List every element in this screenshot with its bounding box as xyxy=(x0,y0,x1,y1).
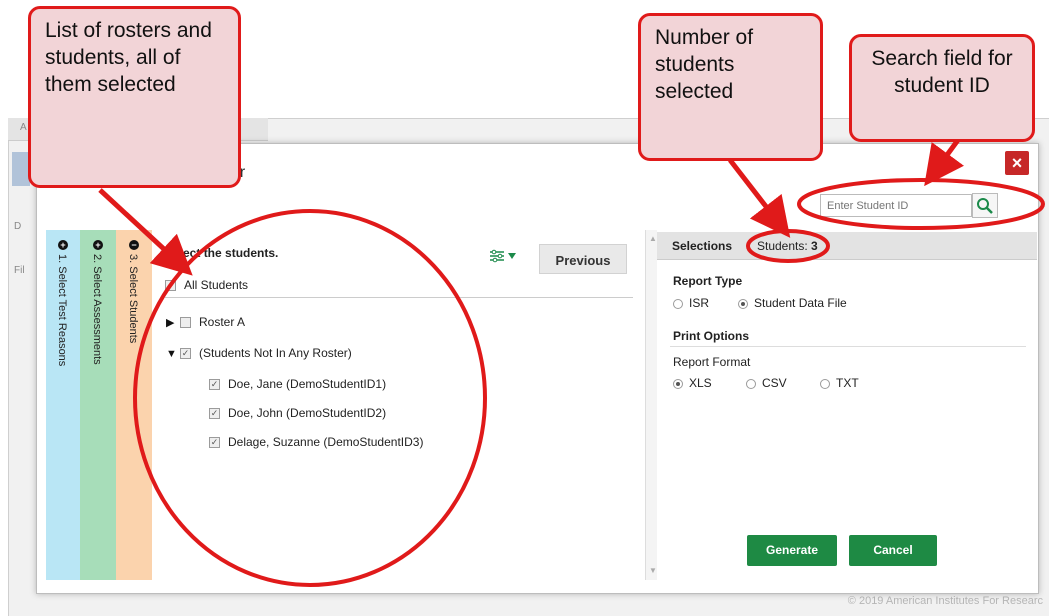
radio-selected[interactable] xyxy=(673,378,683,389)
filter-sliders-icon xyxy=(490,249,516,263)
all-students-label: All Students xyxy=(184,278,249,292)
option-label: Student Data File xyxy=(754,296,847,310)
student-label: Doe, John (DemoStudentID2) xyxy=(228,406,387,420)
students-count-label: Students: xyxy=(757,239,812,253)
radio-selected[interactable] xyxy=(738,298,748,309)
student-row[interactable]: ✓ Doe, John (DemoStudentID2) xyxy=(209,406,386,420)
scroll-up-arrow-icon[interactable]: ▲ xyxy=(649,234,657,243)
plus-circle-icon: + xyxy=(93,240,103,250)
expand-arrow-icon[interactable]: ▶ xyxy=(166,316,180,329)
select-students-heading: Select the students. xyxy=(165,246,279,260)
divider xyxy=(165,297,633,298)
option-label: CSV xyxy=(762,376,787,390)
checkbox-checked[interactable]: ✓ xyxy=(180,348,191,360)
report-type-student-data-file[interactable]: Student Data File xyxy=(738,296,847,310)
scroll-down-arrow-icon[interactable]: ▼ xyxy=(649,566,657,575)
collapse-arrow-icon[interactable]: ▼ xyxy=(166,348,180,360)
plus-circle-icon: + xyxy=(58,240,68,250)
roster-row[interactable]: ▼ ✓ (Students Not In Any Roster) xyxy=(166,346,352,360)
student-row[interactable]: ✓ Delage, Suzanne (DemoStudentID3) xyxy=(209,435,423,449)
minus-circle-icon: − xyxy=(129,240,139,250)
report-type-label: Report Type xyxy=(673,274,743,288)
partial-checkbox-icon[interactable]: − xyxy=(165,280,176,292)
format-xls[interactable]: XLS xyxy=(673,376,712,390)
format-txt[interactable]: TXT xyxy=(820,376,859,390)
step-select-assessments[interactable]: + 2. Select Assessments xyxy=(80,230,116,580)
search-button[interactable] xyxy=(972,193,998,218)
format-csv[interactable]: CSV xyxy=(746,376,787,390)
background-letter: D xyxy=(14,221,22,232)
selections-title: Selections xyxy=(672,239,733,253)
report-format-label: Report Format xyxy=(673,355,751,369)
step-select-students[interactable]: − 3. Select Students xyxy=(116,230,152,580)
all-students-row[interactable]: − All Students xyxy=(165,278,248,292)
roster-row[interactable]: ▶ Roster A xyxy=(166,315,245,329)
option-label: XLS xyxy=(689,376,712,390)
student-id-search-input[interactable] xyxy=(820,194,972,217)
checkbox-checked[interactable]: ✓ xyxy=(209,379,220,391)
checkbox[interactable] xyxy=(180,317,191,329)
checkbox-checked[interactable]: ✓ xyxy=(209,408,220,420)
filter-button[interactable] xyxy=(481,249,525,269)
background-letter: A xyxy=(20,122,27,133)
student-label: Doe, Jane (DemoStudentID1) xyxy=(228,377,387,391)
print-options-label: Print Options xyxy=(673,329,749,343)
radio[interactable] xyxy=(673,298,683,309)
checkbox-checked[interactable]: ✓ xyxy=(209,437,220,449)
option-label: ISR xyxy=(689,296,710,310)
search-icon xyxy=(977,198,993,214)
divider xyxy=(670,346,1026,347)
copyright-text: © 2019 American Institutes For Researc xyxy=(847,595,1043,607)
radio[interactable] xyxy=(746,378,756,389)
report-type-isr[interactable]: ISR xyxy=(673,296,709,310)
option-label: TXT xyxy=(836,376,859,390)
close-button[interactable]: × xyxy=(1005,151,1029,175)
student-label: Delage, Suzanne (DemoStudentID3) xyxy=(228,435,424,449)
radio[interactable] xyxy=(820,378,830,389)
students-count-value: 3 xyxy=(811,239,818,253)
students-count: Students: 3 xyxy=(757,239,818,253)
step-select-test-reasons[interactable]: + 1. Select Test Reasons xyxy=(46,230,80,580)
cancel-button[interactable]: Cancel xyxy=(849,535,937,566)
previous-button[interactable]: Previous xyxy=(539,244,627,274)
callout-student-count: Number of students selected xyxy=(638,13,823,161)
callout-search-field: Search field for student ID xyxy=(849,34,1035,142)
step-label: 1. Select Test Reasons xyxy=(56,254,68,367)
step-label: 2. Select Assessments xyxy=(91,254,103,365)
callout-rosters: List of rosters and students, all of the… xyxy=(28,6,241,188)
student-row[interactable]: ✓ Doe, Jane (DemoStudentID1) xyxy=(209,377,386,391)
roster-label: Roster A xyxy=(199,315,246,329)
generate-button[interactable]: Generate xyxy=(747,535,837,566)
roster-label: (Students Not In Any Roster) xyxy=(199,346,352,360)
background-letter: Fil xyxy=(14,265,25,276)
step-label: 3. Select Students xyxy=(127,254,139,344)
